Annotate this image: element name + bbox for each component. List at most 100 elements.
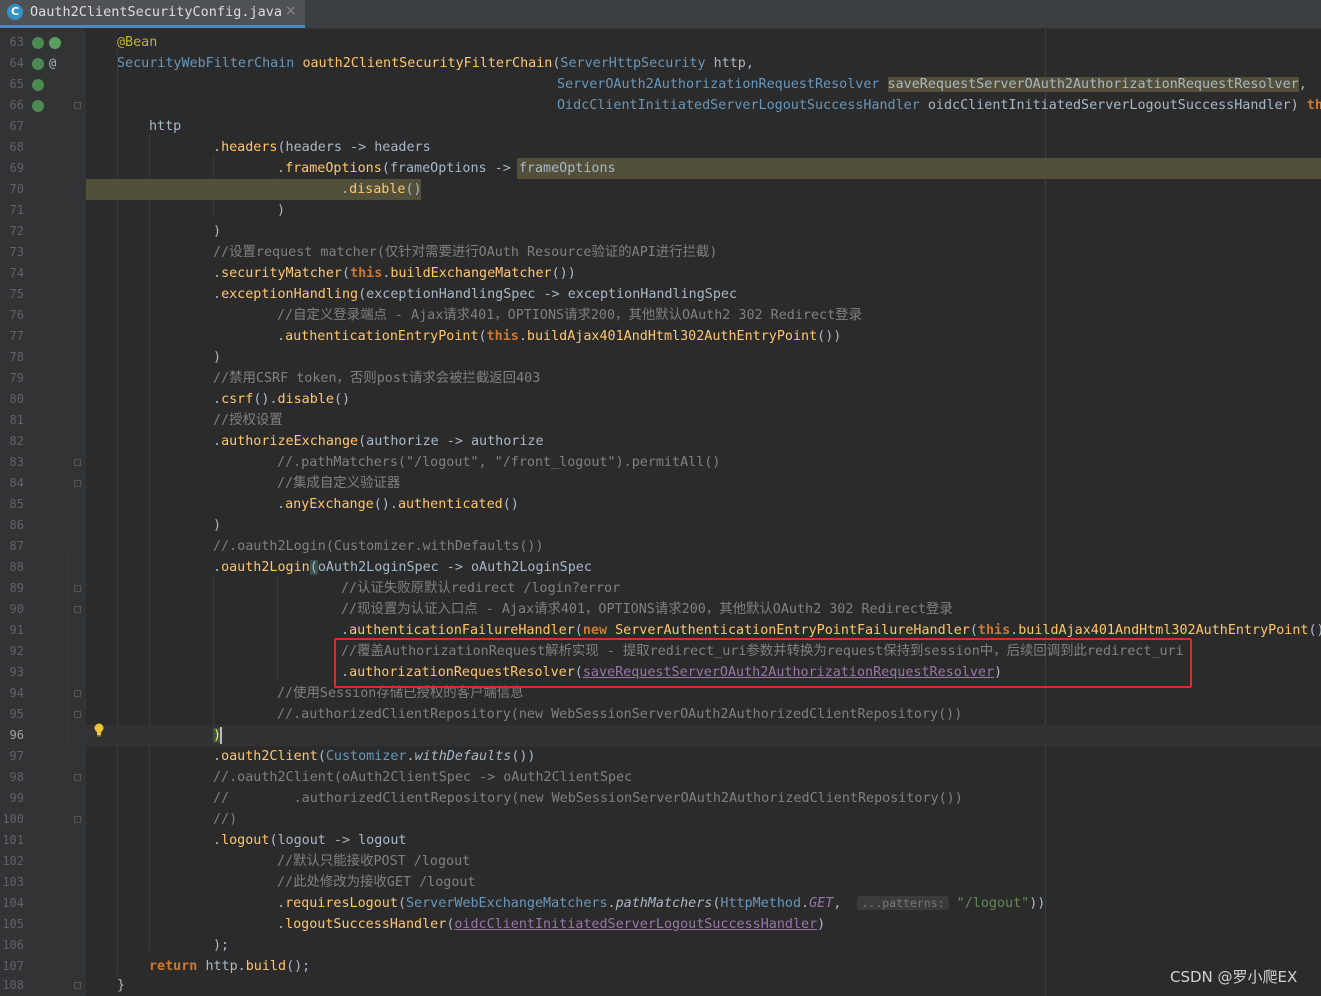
code-line: 63 @Bean: [0, 32, 1321, 53]
code-line: 108 }: [0, 975, 1321, 996]
code-line: 73 //设置request matcher(仅针对需要进行OAuth Reso…: [0, 242, 1321, 263]
code-line: 67 http: [0, 116, 1321, 137]
warning-highlight: [517, 158, 1321, 179]
line-number: 69: [9, 161, 24, 175]
override-at-icon[interactable]: @: [49, 53, 56, 74]
code-line: 105 .logoutSuccessHandler(oidcClientInit…: [0, 914, 1321, 935]
fold-marker[interactable]: [74, 711, 81, 718]
code-text: SecurityWebFilterChain oauth2ClientSecur…: [117, 56, 754, 71]
fold-marker[interactable]: [74, 816, 81, 823]
parameter-hint: ...patterns:: [857, 896, 949, 910]
code-text: .anyExchange().authenticated(): [277, 497, 519, 512]
fold-marker[interactable]: [74, 690, 81, 697]
fold-marker[interactable]: [74, 982, 81, 989]
code-comment: //现设置为认证入口点 - Ajax请求401，OPTIONS请求200，其他默…: [341, 602, 953, 617]
code-text: return http.build();: [149, 959, 311, 974]
code-line-current: 96 ): [0, 725, 1321, 746]
code-line: 89 //认证失败原默认redirect /login?error: [0, 578, 1321, 599]
code-text: .headers(headers -> headers: [213, 140, 431, 155]
editor-tab-bar: C Oauth2ClientSecurityConfig.java ×: [0, 0, 1321, 29]
code-comment: //自定义登录端点 - Ajax请求401，OPTIONS请求200，其他默认O…: [277, 308, 862, 323]
fold-marker[interactable]: [74, 606, 81, 613]
code-line: 104 .requiresLogout(ServerWebExchangeMat…: [0, 893, 1321, 914]
fold-marker[interactable]: [74, 774, 81, 781]
code-line: 86 ): [0, 515, 1321, 536]
code-line: 88 .oauth2Login(oAuth2LoginSpec -> oAuth…: [0, 557, 1321, 578]
code-line: 102 //默认只能接收POST /logout: [0, 851, 1321, 872]
code-line: 74 .securityMatcher(this.buildExchangeMa…: [0, 263, 1321, 284]
fold-marker[interactable]: [74, 102, 81, 109]
line-number: 86: [9, 518, 24, 532]
code-line: 77 .authenticationEntryPoint(this.buildA…: [0, 326, 1321, 347]
code-comment: //设置request matcher(仅针对需要进行OAuth Resourc…: [213, 245, 718, 260]
line-number: 96: [9, 728, 24, 742]
code-comment: // .authorizedClientRepository(new WebSe…: [213, 791, 963, 806]
code-text: OidcClientInitiatedServerLogoutSuccessHa…: [557, 98, 1321, 113]
fold-marker[interactable]: [74, 480, 81, 487]
code-text: .authorizeExchange(authorize -> authoriz…: [213, 434, 544, 449]
code-text: .oauth2Client(Customizer.withDefaults()): [213, 749, 536, 764]
line-number: 85: [9, 497, 24, 511]
navigate-gutter-icon[interactable]: [49, 37, 61, 49]
code-line: 75 .exceptionHandling(exceptionHandlingS…: [0, 284, 1321, 305]
code-text: .requiresLogout(ServerWebExchangeMatcher…: [277, 896, 1046, 911]
code-comment: //认证失败原默认redirect /login?error: [341, 581, 621, 596]
current-line-highlight: [86, 725, 1321, 746]
line-number: 83: [9, 455, 24, 469]
line-number: 82: [9, 434, 24, 448]
code-text: .logoutSuccessHandler(oidcClientInitiate…: [277, 917, 826, 932]
code-line: 95 //.authorizedClientRepository(new Web…: [0, 704, 1321, 725]
close-icon[interactable]: ×: [285, 3, 297, 19]
highlight-annotation-box: [334, 638, 1192, 688]
code-text: ): [277, 203, 286, 218]
code-text: .securityMatcher(this.buildExchangeMatch…: [213, 266, 576, 281]
line-number: 103: [2, 875, 24, 889]
line-number: 95: [9, 707, 24, 721]
code-line: 106 );: [0, 935, 1321, 956]
line-number: 101: [2, 833, 24, 847]
code-text: );: [213, 938, 230, 953]
watermark: CSDN @罗小爬EX: [1170, 968, 1298, 986]
line-number: 74: [9, 266, 24, 280]
line-number: 102: [2, 854, 24, 868]
tab-title: Oauth2ClientSecurityConfig.java: [30, 4, 282, 20]
text-caret: [220, 727, 222, 744]
code-comment: //此处修改为接收GET /logout: [277, 875, 476, 890]
code-comment: //集成自定义验证器: [277, 476, 401, 491]
line-number: 93: [9, 665, 24, 679]
line-number: 97: [9, 749, 24, 763]
bean-gutter-icon[interactable]: [32, 79, 44, 91]
code-comment: //): [213, 812, 238, 827]
code-text: .csrf().disable(): [213, 392, 351, 407]
bean-gutter-icon[interactable]: [32, 58, 44, 70]
tab-oauth2-client-security-config[interactable]: C Oauth2ClientSecurityConfig.java ×: [0, 0, 305, 28]
code-line: 82 .authorizeExchange(authorize -> autho…: [0, 431, 1321, 452]
code-line: 99 // .authorizedClientRepository(new We…: [0, 788, 1321, 809]
line-number: 90: [9, 602, 24, 616]
code-line: 68 .headers(headers -> headers: [0, 137, 1321, 158]
line-number: 77: [9, 329, 24, 343]
bean-gutter-icon[interactable]: [32, 37, 44, 49]
line-number: 99: [9, 791, 24, 805]
code-text: .authenticationEntryPoint(this.buildAjax…: [277, 329, 842, 344]
code-line: 103 //此处修改为接收GET /logout: [0, 872, 1321, 893]
line-number: 75: [9, 287, 24, 301]
line-number: 70: [9, 182, 24, 196]
fold-marker[interactable]: [74, 585, 81, 592]
line-number: 67: [9, 119, 24, 133]
line-number: 94: [9, 686, 24, 700]
code-line: 78 ): [0, 347, 1321, 368]
lightbulb-icon[interactable]: [93, 723, 105, 737]
line-number: 79: [9, 371, 24, 385]
line-number: 73: [9, 245, 24, 259]
code-comment: //.pathMatchers("/logout", "/front_logou…: [277, 455, 721, 470]
code-comment: //默认只能接收POST /logout: [277, 854, 471, 869]
line-number: 80: [9, 392, 24, 406]
bean-gutter-icon[interactable]: [32, 100, 44, 112]
fold-marker[interactable]: [74, 459, 81, 466]
code-line: 65 ServerOAuth2AuthorizationRequestResol…: [0, 74, 1321, 95]
code-comment: //.oauth2Client(oAuth2ClientSpec -> oAut…: [213, 770, 633, 785]
line-number: 106: [2, 938, 24, 952]
line-number: 100: [2, 812, 24, 826]
line-number: 76: [9, 308, 24, 322]
